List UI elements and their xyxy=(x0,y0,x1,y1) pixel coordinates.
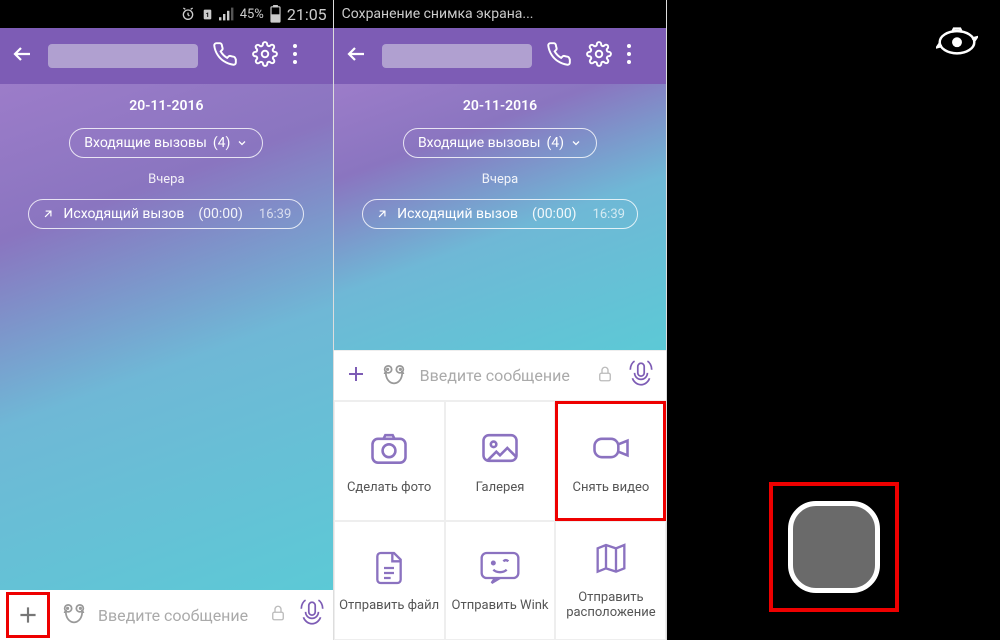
incoming-calls-pill[interactable]: Входящие вызовы (4) xyxy=(69,128,263,158)
signal-icon xyxy=(219,7,235,21)
message-input[interactable]: Введите сообщение xyxy=(98,606,259,625)
attachment-label: Галерея xyxy=(476,480,525,495)
yesterday-label: Вчера xyxy=(10,172,323,187)
alarm-icon xyxy=(180,6,196,22)
mic-icon[interactable] xyxy=(297,598,327,632)
attachment-label: Отправить расположение xyxy=(556,590,665,620)
outgoing-arrow-icon xyxy=(41,207,55,221)
map-icon xyxy=(591,540,631,580)
sim-icon: 1 xyxy=(201,7,214,22)
clock-text: 21:05 xyxy=(287,5,327,24)
screenshot-1: 1 45% 21:05 xyxy=(0,0,334,640)
call-icon[interactable] xyxy=(546,41,572,71)
switch-camera-icon[interactable] xyxy=(936,24,978,62)
status-bar: Сохранение снимка экрана... xyxy=(334,0,667,28)
incoming-calls-pill[interactable]: Входящие вызовы (4) xyxy=(403,128,597,158)
attachment-gallery[interactable]: Галерея xyxy=(445,401,556,521)
chat-area: 20-11-2016 Входящие вызовы (4) Вчера Исх… xyxy=(0,84,333,590)
file-icon xyxy=(369,548,409,588)
camera-icon xyxy=(367,426,411,470)
attachment-label: Отправить файл xyxy=(339,598,439,613)
shutter-button[interactable] xyxy=(788,501,880,593)
attach-button[interactable] xyxy=(344,362,368,390)
date-label: 20-11-2016 xyxy=(344,98,657,114)
camera-view xyxy=(667,0,1000,640)
attachment-wink[interactable]: Отправить Wink xyxy=(445,521,556,640)
sticker-icon[interactable] xyxy=(60,599,88,631)
back-icon[interactable] xyxy=(344,42,368,70)
settings-icon[interactable] xyxy=(586,41,612,71)
shutter-highlight xyxy=(769,482,899,612)
app-header xyxy=(0,28,333,84)
attachment-label: Отправить Wink xyxy=(452,598,549,613)
app-header xyxy=(334,28,667,84)
attachment-photo[interactable]: Сделать фото xyxy=(334,401,445,521)
menu-icon[interactable] xyxy=(292,43,298,69)
attachment-label: Сделать фото xyxy=(347,480,431,495)
chevron-down-icon xyxy=(570,137,582,149)
video-icon xyxy=(589,426,633,470)
battery-text: 45% xyxy=(240,7,264,22)
date-label: 20-11-2016 xyxy=(10,98,323,114)
yesterday-label: Вчера xyxy=(344,172,657,187)
attachment-location[interactable]: Отправить расположение xyxy=(555,521,666,640)
screenshot-2: Сохранение снимка экрана... 20-11-2016 В… xyxy=(334,0,668,640)
outgoing-arrow-icon xyxy=(375,207,389,221)
message-input-bar: Введите сообщение xyxy=(334,350,667,400)
chevron-down-icon xyxy=(236,137,248,149)
attachment-grid: Сделать фото Галерея Снять видео Отправи… xyxy=(334,400,667,640)
attachment-video[interactable]: Снять видео xyxy=(555,401,666,521)
svg-text:1: 1 xyxy=(205,11,209,19)
lock-icon xyxy=(596,365,614,387)
back-icon[interactable] xyxy=(10,42,34,70)
outgoing-call-row[interactable]: Исходящий вызов (00:00) 16:39 xyxy=(362,199,638,229)
chat-area: 20-11-2016 Входящие вызовы (4) Вчера Исх… xyxy=(334,84,667,350)
attachment-file[interactable]: Отправить файл xyxy=(334,521,445,640)
screenshot-3 xyxy=(667,0,1000,640)
message-input[interactable]: Введите сообщение xyxy=(420,366,585,385)
contact-name-redacted[interactable] xyxy=(382,44,532,68)
message-input-bar: Введите сообщение xyxy=(0,590,333,640)
battery-icon xyxy=(269,5,282,23)
attachment-label: Снять видео xyxy=(573,480,650,495)
attach-button[interactable] xyxy=(6,592,50,638)
menu-icon[interactable] xyxy=(626,43,632,69)
settings-icon[interactable] xyxy=(252,41,278,71)
mic-icon[interactable] xyxy=(626,359,656,393)
status-text: Сохранение снимка экрана... xyxy=(342,6,534,22)
gallery-icon xyxy=(478,426,522,470)
contact-name-redacted[interactable] xyxy=(48,44,198,68)
outgoing-call-row[interactable]: Исходящий вызов (00:00) 16:39 xyxy=(28,199,304,229)
lock-icon xyxy=(269,604,287,626)
wink-icon xyxy=(478,548,522,588)
call-icon[interactable] xyxy=(212,41,238,71)
sticker-icon[interactable] xyxy=(380,360,408,392)
status-bar: 1 45% 21:05 xyxy=(0,0,333,28)
